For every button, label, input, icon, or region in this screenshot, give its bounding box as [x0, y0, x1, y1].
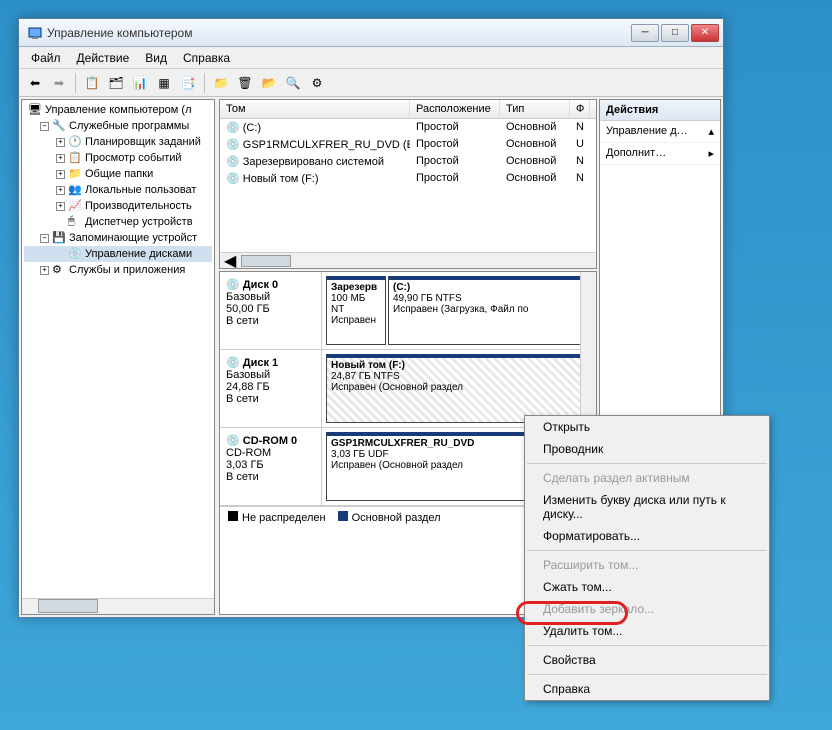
- maximize-button[interactable]: □: [661, 24, 689, 42]
- toolbar: ⬅ ➡ 📋 🗂 📊 ▦ 📑 📁 🗑 📂 🔍 ⚙: [19, 69, 723, 97]
- tree-perf[interactable]: +📈Производительность: [24, 198, 212, 214]
- tree-shared[interactable]: +📁Общие папки: [24, 166, 212, 182]
- ctx-help[interactable]: Справка: [525, 678, 769, 700]
- tool-6[interactable]: 📁: [211, 73, 231, 93]
- tool-8[interactable]: 📂: [259, 73, 279, 93]
- ctx-active: Сделать раздел активным: [525, 467, 769, 489]
- tree-events[interactable]: +📋Просмотр событий: [24, 150, 212, 166]
- disk-1-label[interactable]: 💿 Диск 1 Базовый24,88 ГБВ сети: [220, 350, 322, 427]
- app-icon: [27, 25, 43, 41]
- disk-0-row: 💿 Диск 0 Базовый50,00 ГБВ сети Зарезерв1…: [220, 272, 596, 350]
- tree-scheduler[interactable]: +🕐Планировщик заданий: [24, 134, 212, 150]
- th-volume[interactable]: Том: [220, 100, 410, 118]
- ctx-delete[interactable]: Удалить том...: [525, 620, 769, 642]
- tool-10[interactable]: ⚙: [307, 73, 327, 93]
- menu-help[interactable]: Справка: [175, 49, 238, 67]
- chevron-up-icon: ▴: [708, 125, 714, 138]
- tree-services[interactable]: +⚙Службы и приложения: [24, 262, 212, 278]
- back-button[interactable]: ⬅: [25, 73, 45, 93]
- menu-file[interactable]: Файл: [23, 49, 69, 67]
- tree-hscroll[interactable]: [22, 598, 214, 614]
- disk1-part-f[interactable]: Новый том (F:)24,87 ГБ NTFSИсправен (Осн…: [326, 354, 592, 423]
- ctx-extend: Расширить том...: [525, 554, 769, 576]
- volume-table: Том Расположение Тип Ф 💿 (C:)ПростойОсно…: [219, 99, 597, 269]
- close-button[interactable]: ✕: [691, 24, 719, 42]
- disk-0-label[interactable]: 💿 Диск 0 Базовый50,00 ГБВ сети: [220, 272, 322, 349]
- window-controls: ─ □ ✕: [631, 24, 719, 42]
- th-fs[interactable]: Ф: [570, 100, 590, 118]
- ctx-props[interactable]: Свойства: [525, 649, 769, 671]
- tool-9[interactable]: 🔍: [283, 73, 303, 93]
- table-row[interactable]: 💿 GSP1RMCULXFRER_RU_DVD (E:)ПростойОснов…: [220, 136, 596, 153]
- window-title: Управление компьютером: [47, 26, 631, 40]
- th-layout[interactable]: Расположение: [410, 100, 500, 118]
- tree-storage[interactable]: −💾Запоминающие устройст: [24, 230, 212, 246]
- tool-3[interactable]: 📊: [130, 73, 150, 93]
- ctx-explorer[interactable]: Проводник: [525, 438, 769, 460]
- action-diskmgmt[interactable]: Управление д…▴: [600, 121, 720, 143]
- tree-diskmgmt[interactable]: 💿Управление дисками: [24, 246, 212, 262]
- table-row[interactable]: 💿 Новый том (F:)ПростойОсновнойN: [220, 170, 596, 187]
- ctx-mirror: Добавить зеркало...: [525, 598, 769, 620]
- minimize-button[interactable]: ─: [631, 24, 659, 42]
- forward-button[interactable]: ➡: [49, 73, 69, 93]
- tree-panel: 🖥Управление компьютером (л −🔧Служебные п…: [21, 99, 215, 615]
- ctx-shrink[interactable]: Сжать том...: [525, 576, 769, 598]
- menu-action[interactable]: Действие: [69, 49, 138, 67]
- chevron-right-icon: ▸: [708, 147, 714, 160]
- disk0-part-c[interactable]: (C:)49,90 ГБ NTFSИсправен (Загрузка, Фай…: [388, 276, 592, 345]
- actions-title: Действия: [600, 100, 720, 121]
- table-row[interactable]: 💿 (C:)ПростойОсновнойN: [220, 119, 596, 136]
- ctx-open[interactable]: Открыть: [525, 416, 769, 438]
- tree-systools[interactable]: −🔧Служебные программы: [24, 118, 212, 134]
- th-type[interactable]: Тип: [500, 100, 570, 118]
- menu-view[interactable]: Вид: [137, 49, 175, 67]
- table-header: Том Расположение Тип Ф: [220, 100, 596, 119]
- tool-1[interactable]: 📋: [82, 73, 102, 93]
- disk0-part-reserved[interactable]: Зарезерв100 МБ NTИсправен: [326, 276, 386, 345]
- tree-users[interactable]: +👥Локальные пользоват: [24, 182, 212, 198]
- tool-5[interactable]: 📑: [178, 73, 198, 93]
- ctx-format[interactable]: Форматировать...: [525, 525, 769, 547]
- tree-root[interactable]: 🖥Управление компьютером (л: [24, 102, 212, 118]
- context-menu: Открыть Проводник Сделать раздел активны…: [524, 415, 770, 701]
- action-more[interactable]: Дополнит…▸: [600, 143, 720, 165]
- tool-2[interactable]: 🗂: [106, 73, 126, 93]
- tool-7[interactable]: 🗑: [235, 73, 255, 93]
- table-hscroll[interactable]: ◀: [220, 252, 596, 268]
- menubar: Файл Действие Вид Справка: [19, 47, 723, 69]
- tool-4[interactable]: ▦: [154, 73, 174, 93]
- ctx-letter[interactable]: Изменить букву диска или путь к диску...: [525, 489, 769, 525]
- titlebar[interactable]: Управление компьютером ─ □ ✕: [19, 19, 723, 47]
- cdrom-label[interactable]: 💿 CD-ROM 0 CD-ROM3,03 ГБВ сети: [220, 428, 322, 505]
- table-row[interactable]: 💿 Зарезервировано системойПростойОсновно…: [220, 153, 596, 170]
- tree-devmgr[interactable]: 🖱Диспетчер устройств: [24, 214, 212, 230]
